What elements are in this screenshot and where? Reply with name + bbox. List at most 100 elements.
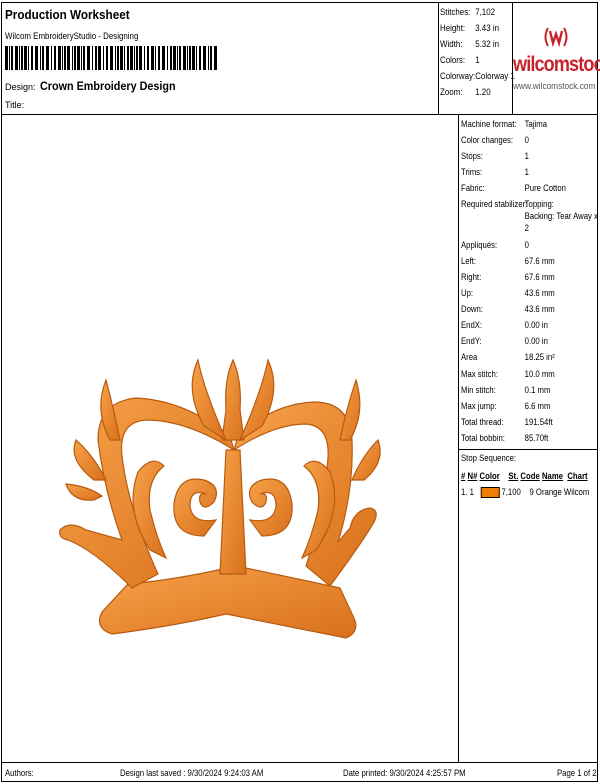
stop-index: 1. — [461, 487, 468, 497]
detail-label: Fabric: — [461, 183, 485, 193]
detail-row: EndY: 0.00 in — [461, 336, 548, 346]
detail-value: 0 — [524, 240, 529, 250]
detail-value: 1 — [524, 151, 529, 161]
detail-value: 191.54ft — [524, 417, 553, 427]
stop-color-name: Orange — [535, 487, 562, 497]
detail-label: Up: — [461, 288, 474, 298]
page-number: Page 1 of 2 — [557, 768, 597, 778]
worksheet-footer: Authors: Design last saved : 9/30/2024 9… — [2, 762, 597, 782]
detail-label: Right: — [461, 272, 482, 282]
detail-label: Max jump: — [461, 401, 497, 411]
detail-value: 43.6 mm — [524, 288, 555, 298]
title-label: Title: — [5, 100, 25, 110]
detail-row: Stops: 1 — [461, 151, 529, 161]
detail-label: Down: — [461, 304, 483, 314]
worksheet-title: Production Worksheet — [5, 7, 130, 22]
stop-header-cell: N# — [467, 471, 478, 481]
stop-header-cell: St. — [508, 471, 519, 481]
design-name: Crown Embroidery Design — [39, 79, 176, 93]
stop-header-cell: Chart — [567, 471, 588, 481]
detail-row: 2 — [461, 223, 529, 233]
detail-value: 18.25 in² — [524, 352, 555, 362]
logo-w-icon — [544, 27, 568, 48]
detail-value: 67.6 mm — [524, 256, 555, 266]
stat-colors: Colors: 1 — [440, 55, 480, 65]
detail-row: Backing: Tear Away x — [461, 211, 598, 221]
stop-table-header: # N# Color St. Code Name Chart — [461, 471, 588, 481]
authors-label: Authors: — [5, 768, 34, 778]
detail-row: Required stabilizer:Topping: — [461, 199, 554, 209]
stop-divider — [459, 449, 597, 450]
stop-sequence-title: Stop Sequence: — [461, 453, 517, 463]
detail-label: Total bobbin: — [461, 433, 505, 443]
wilcomstock-logo: wilcomstock www.wilcomstock.com — [512, 3, 600, 114]
detail-value: Topping: — [524, 199, 554, 209]
detail-row: Max stitch: 10.0 mm — [461, 369, 555, 379]
worksheet-header: Production Worksheet Wilcom EmbroiderySt… — [2, 3, 600, 115]
detail-label: Left: — [461, 256, 477, 266]
stop-header-cell: Color — [479, 471, 500, 481]
detail-value: 67.6 mm — [524, 272, 555, 282]
detail-label: EndY: — [461, 336, 482, 346]
stat-height: Height: 3.43 in — [440, 23, 499, 33]
detail-value: Backing: Tear Away x — [524, 211, 598, 221]
detail-label: Area — [461, 352, 478, 362]
logo-url: www.wilcomstock.com — [513, 81, 596, 91]
logo-wordmark: wilcomstock — [513, 53, 600, 76]
detail-label: Required stabilizer: — [461, 199, 528, 209]
stat-stitches: Stitches: 7,102 — [440, 7, 496, 17]
design-label: Design: — [5, 82, 36, 92]
design-row: Design: Crown Embroidery Design — [5, 77, 190, 95]
stop-header-cell: # — [461, 471, 466, 481]
detail-row: EndX: 0.00 in — [461, 320, 548, 330]
software-name: Wilcom EmbroideryStudio - Designing — [5, 31, 139, 41]
detail-label: Stops: — [461, 151, 483, 161]
detail-label: Color changes: — [461, 135, 514, 145]
detail-row: Min stitch: 0.1 mm — [461, 385, 550, 395]
detail-value: 0.00 in — [524, 320, 548, 330]
crown-embroidery-image — [59, 358, 381, 639]
color-swatch — [480, 487, 500, 499]
detail-label: Trims: — [461, 167, 483, 177]
detail-row: Down: 43.6 mm — [461, 304, 555, 314]
detail-label: Machine format: — [461, 119, 517, 129]
stat-colorway: Colorway:Colorway 1 — [440, 71, 515, 81]
detail-value: 10.0 mm — [524, 369, 555, 379]
detail-row: Right: 67.6 mm — [461, 272, 555, 282]
detail-row: Machine format: Tajima — [461, 119, 547, 129]
stop-header-cell: Name — [541, 471, 564, 481]
detail-label: Total thread: — [461, 417, 504, 427]
header-info: Production Worksheet Wilcom EmbroiderySt… — [2, 3, 439, 114]
detail-value: 2 — [524, 223, 529, 233]
detail-row: Color changes: 0 — [461, 135, 529, 145]
detail-value: Tajima — [524, 119, 548, 129]
detail-value: Pure Cotton — [524, 183, 566, 193]
design-stats: Stitches: 7,102 Height: 3.43 in Width: 5.32… — [438, 3, 515, 114]
detail-label: Min stitch: — [461, 385, 496, 395]
stat-zoom: Zoom: 1.20 — [440, 87, 491, 97]
date-printed: Date printed: 9/30/2024 4:25:57 PM — [343, 768, 466, 778]
machine-details-panel: Machine format: Tajima Color changes: 0 Stop… — [459, 115, 598, 762]
stat-width: Width: 5.32 in — [440, 39, 499, 49]
detail-label: Max stitch: — [461, 369, 498, 379]
detail-row: Left: 67.6 mm — [461, 256, 555, 266]
detail-value: 0.1 mm — [524, 385, 551, 395]
detail-label: EndX: — [461, 320, 483, 330]
stop-stitches: 7,100 — [501, 487, 521, 497]
detail-value: 0.00 in — [524, 336, 548, 346]
barcode — [5, 46, 217, 70]
detail-value: 85.70ft — [524, 433, 549, 443]
detail-label: Appliqués: — [461, 240, 498, 250]
detail-row: Fabric: Pure Cotton — [461, 183, 566, 193]
detail-value: 43.6 mm — [524, 304, 555, 314]
last-saved: Design last saved : 9/30/2024 9:24:03 AM — [120, 768, 264, 778]
detail-row: Max jump: 6.6 mm — [461, 401, 550, 411]
detail-row: Appliqués: 0 — [461, 240, 529, 250]
design-preview — [2, 115, 459, 762]
detail-value: 0 — [524, 135, 529, 145]
detail-row: Trims: 1 — [461, 167, 529, 177]
worksheet-page: Production Worksheet Wilcom EmbroiderySt… — [1, 2, 600, 782]
stop-row: 1. 1 7,100 9 Orange Wilcom — [461, 487, 590, 499]
detail-value: 6.6 mm — [524, 401, 551, 411]
stop-chart: Wilcom — [563, 487, 590, 497]
